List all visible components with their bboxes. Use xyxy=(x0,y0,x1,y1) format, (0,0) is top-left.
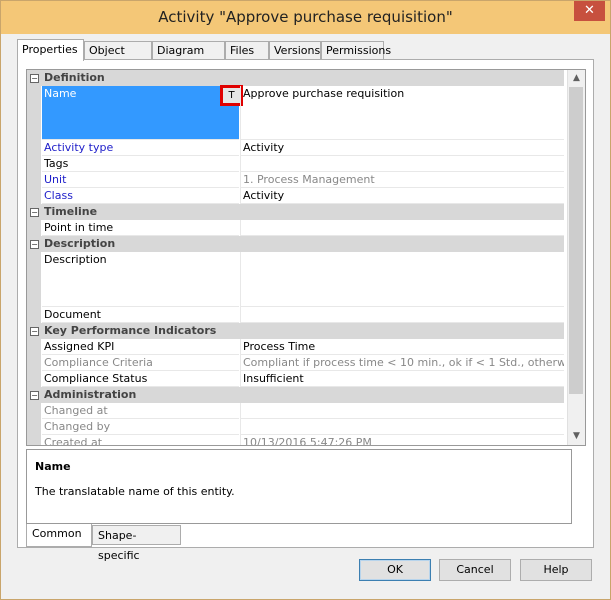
property-label: Activity type xyxy=(42,140,239,156)
collapse-icon[interactable]: − xyxy=(30,391,39,400)
row-gutter xyxy=(27,188,41,204)
tab-properties[interactable]: Properties xyxy=(17,39,84,61)
category-label: Description xyxy=(44,237,116,250)
tab-versions[interactable]: Versions xyxy=(269,41,321,59)
property-row-description[interactable]: Description xyxy=(27,252,564,307)
row-gutter xyxy=(27,172,41,188)
property-value[interactable] xyxy=(240,419,564,435)
row-gutter xyxy=(27,220,41,236)
property-value[interactable]: Activity xyxy=(240,140,564,156)
ok-button[interactable]: OK xyxy=(359,559,431,581)
dialog-client-area: Properties Object links Diagram links Fi… xyxy=(9,34,602,593)
property-value[interactable] xyxy=(240,220,564,236)
property-value[interactable] xyxy=(240,156,564,172)
row-gutter xyxy=(27,339,41,355)
property-grid: − Definition Name T Approve purchase req… xyxy=(26,69,586,446)
property-value[interactable]: 10/13/2016 5:47:26 PM xyxy=(240,435,564,445)
help-button[interactable]: Help xyxy=(520,559,592,581)
property-value[interactable]: Activity xyxy=(240,188,564,204)
scroll-up-icon[interactable]: ▲ xyxy=(568,70,585,87)
property-label: Changed at xyxy=(42,403,239,419)
row-gutter xyxy=(27,156,41,172)
properties-panel: − Definition Name T Approve purchase req… xyxy=(17,59,594,562)
property-row-changed-at[interactable]: Changed at xyxy=(27,403,564,419)
window-title: Activity "Approve purchase requisition" xyxy=(158,8,453,26)
property-value[interactable]: 1. Process Management xyxy=(240,172,564,188)
row-gutter xyxy=(27,403,41,419)
property-label: Tags xyxy=(42,156,239,172)
property-value[interactable]: Compliant if process time < 10 min., ok … xyxy=(240,355,564,371)
tab-files[interactable]: Files xyxy=(225,41,269,59)
property-label: Class xyxy=(42,188,239,204)
property-label: Assigned KPI xyxy=(42,339,239,355)
property-row-changed-by[interactable]: Changed by xyxy=(27,419,564,435)
dialog-window: Activity "Approve purchase requisition" … xyxy=(0,0,611,600)
subtab-shape-specific[interactable]: Shape-specific xyxy=(92,525,181,562)
property-value[interactable] xyxy=(240,307,564,323)
property-row-compliance-criteria[interactable]: Compliance Criteria Compliant if process… xyxy=(27,355,564,371)
cancel-button[interactable]: Cancel xyxy=(439,559,511,581)
row-gutter xyxy=(27,140,41,156)
description-title: Name xyxy=(35,460,71,473)
category-description[interactable]: − Description xyxy=(27,236,564,252)
property-row-activity-type[interactable]: Activity type Activity xyxy=(27,140,564,156)
property-label: Created at xyxy=(42,435,239,445)
category-timeline[interactable]: − Timeline xyxy=(27,204,564,220)
collapse-icon[interactable]: − xyxy=(30,208,39,217)
scroll-thumb[interactable] xyxy=(569,87,583,394)
row-gutter xyxy=(27,355,41,371)
close-button[interactable]: ✕ xyxy=(574,1,605,21)
scroll-down-icon[interactable]: ▼ xyxy=(568,428,585,445)
row-gutter xyxy=(27,86,41,140)
description-panel: Name The translatable name of this entit… xyxy=(26,449,572,524)
property-label: Point in time xyxy=(42,220,239,236)
property-row-name[interactable]: Name T Approve purchase requisition xyxy=(27,85,564,140)
tab-permissions[interactable]: Permissions xyxy=(321,41,391,59)
property-value[interactable] xyxy=(240,403,564,419)
property-label: Changed by xyxy=(42,419,239,435)
subtab-common[interactable]: Common xyxy=(26,524,92,547)
collapse-icon[interactable]: − xyxy=(30,240,39,249)
tab-diagram-links[interactable]: Diagram links xyxy=(152,41,225,75)
row-gutter xyxy=(27,419,41,435)
property-row-unit[interactable]: Unit 1. Process Management xyxy=(27,172,564,188)
property-label: Document xyxy=(42,307,239,323)
property-label: Compliance Status xyxy=(42,371,239,387)
property-row-compliance-status[interactable]: Compliance Status Insufficient xyxy=(27,371,564,387)
property-row-point-in-time[interactable]: Point in time xyxy=(27,220,564,236)
property-label: Description xyxy=(42,252,239,307)
row-gutter xyxy=(27,371,41,387)
property-value[interactable]: Process Time xyxy=(240,339,564,355)
property-value[interactable]: Insufficient xyxy=(240,371,564,387)
row-gutter xyxy=(27,435,41,445)
category-label: Timeline xyxy=(44,205,98,218)
category-definition[interactable]: − Definition xyxy=(27,70,564,86)
description-text: The translatable name of this entity. xyxy=(35,485,235,498)
row-gutter xyxy=(27,252,41,307)
vertical-scrollbar[interactable]: ▲ ▼ xyxy=(567,70,585,445)
property-row-class[interactable]: Class Activity xyxy=(27,188,564,204)
collapse-icon[interactable]: − xyxy=(30,327,39,336)
category-kpi[interactable]: − Key Performance Indicators xyxy=(27,323,564,339)
property-label: Name xyxy=(42,86,239,140)
property-label: Unit xyxy=(42,172,239,188)
property-row-document[interactable]: Document xyxy=(27,307,564,323)
property-row-created-at[interactable]: Created at 10/13/2016 5:47:26 PM xyxy=(27,435,564,445)
property-label: Compliance Criteria xyxy=(42,355,239,371)
collapse-icon[interactable]: − xyxy=(30,74,39,83)
tab-object-links[interactable]: Object links xyxy=(84,41,152,75)
row-gutter xyxy=(27,307,41,323)
category-administration[interactable]: − Administration xyxy=(27,387,564,403)
category-label: Definition xyxy=(44,71,105,84)
category-label: Key Performance Indicators xyxy=(44,324,217,337)
property-value[interactable]: Approve purchase requisition xyxy=(240,86,564,140)
title-bar[interactable]: Activity "Approve purchase requisition" … xyxy=(1,1,610,34)
property-value[interactable] xyxy=(240,252,564,307)
property-row-assigned-kpi[interactable]: Assigned KPI Process Time xyxy=(27,339,564,355)
category-label: Administration xyxy=(44,388,137,401)
property-row-tags[interactable]: Tags xyxy=(27,156,564,172)
